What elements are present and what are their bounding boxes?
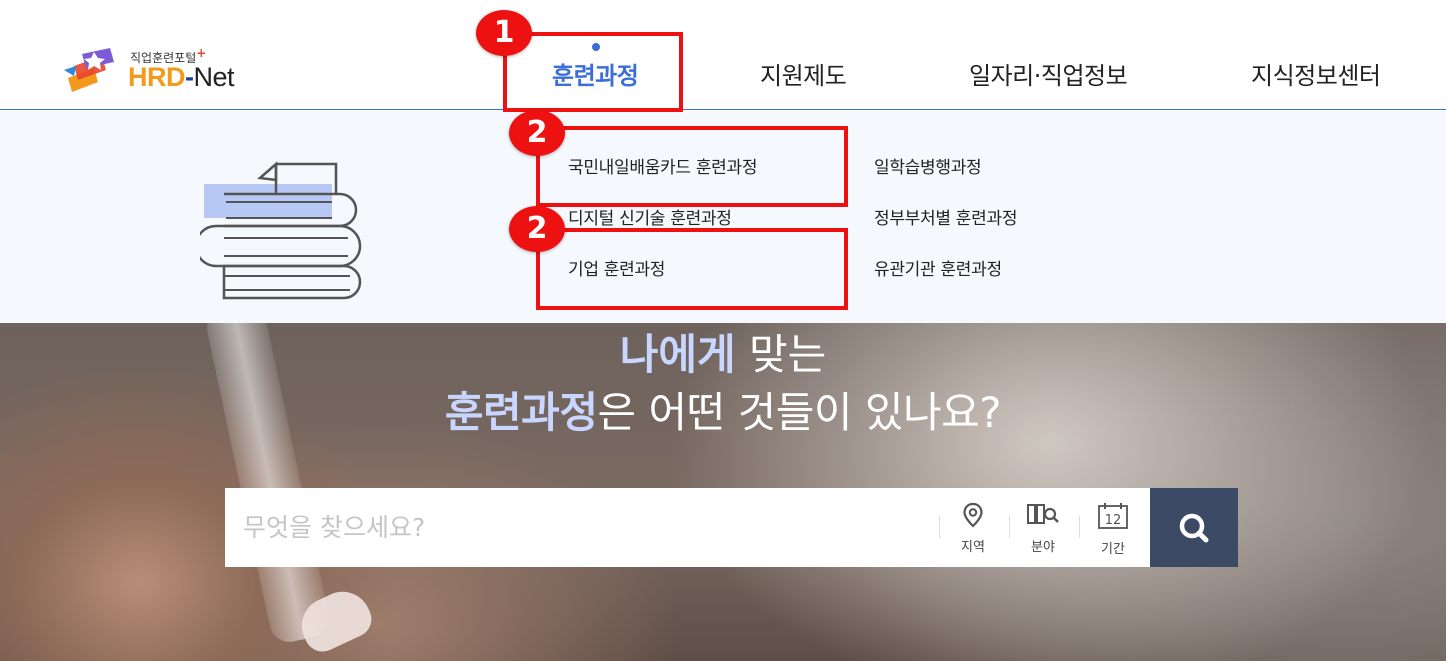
filter-region-label: 지역	[961, 540, 985, 555]
hero-banner: 나에게 맞는 훈련과정은 어떤 것들이 있나요? 지역 분야	[0, 323, 1446, 661]
annotation-badge-2b: 2	[509, 206, 565, 252]
submenu-work-study-course[interactable]: 일학습병행과정	[874, 153, 982, 178]
logo-mark-icon	[64, 48, 114, 92]
search-icon	[1179, 513, 1209, 543]
gnb-job-info[interactable]: 일자리·직업정보	[969, 56, 1128, 91]
filter-region-button[interactable]: 지역	[943, 500, 1003, 556]
hrd-net-logo[interactable]: 직업훈련포털+ HRD-Net	[64, 44, 264, 100]
annotation-badge-2a: 2	[509, 110, 565, 156]
gnb-knowledge-center[interactable]: 지식정보센터	[1251, 56, 1381, 91]
annotation-highlight-box-2a	[536, 126, 848, 207]
books-illustration-icon	[200, 161, 362, 300]
filter-divider	[1079, 516, 1080, 538]
search-button[interactable]	[1150, 488, 1238, 567]
hero-headline-line2: 훈련과정은 어떤 것들이 있나요?	[444, 388, 1002, 437]
hero-headline-line1: 나에게 맞는	[619, 330, 827, 379]
annotation-highlight-box-1	[503, 32, 683, 112]
filter-period-button[interactable]: 12 기간	[1083, 500, 1143, 557]
filter-field-button[interactable]: 분야	[1013, 500, 1073, 556]
submenu-related-agency-course[interactable]: 유관기관 훈련과정	[874, 255, 1002, 280]
filter-divider	[939, 516, 940, 538]
svg-text:12: 12	[1105, 513, 1122, 528]
site-header: 직업훈련포털+ HRD-Net 훈련과정 지원제도 일자리·직업정보 지식정보센…	[0, 0, 1446, 110]
field-category-icon	[1027, 504, 1059, 524]
search-bar: 지역 분야 12 기간	[225, 488, 1150, 567]
search-input[interactable]	[243, 506, 883, 548]
logo-wordmark: HRD-Net	[128, 62, 235, 92]
submenu-government-course[interactable]: 정부부처별 훈련과정	[874, 204, 1017, 229]
location-pin-icon	[963, 502, 983, 528]
submenu-digital-tech-course[interactable]: 디지털 신기술 훈련과정	[568, 204, 732, 229]
filter-divider	[1009, 516, 1010, 538]
gnb-support-system[interactable]: 지원제도	[760, 56, 847, 91]
annotation-badge-1: 1	[476, 10, 532, 56]
annotation-highlight-box-2b	[536, 228, 848, 310]
filter-period-label: 기간	[1101, 542, 1125, 557]
filter-field-label: 분야	[1031, 540, 1055, 555]
calendar-icon: 12	[1098, 503, 1128, 529]
